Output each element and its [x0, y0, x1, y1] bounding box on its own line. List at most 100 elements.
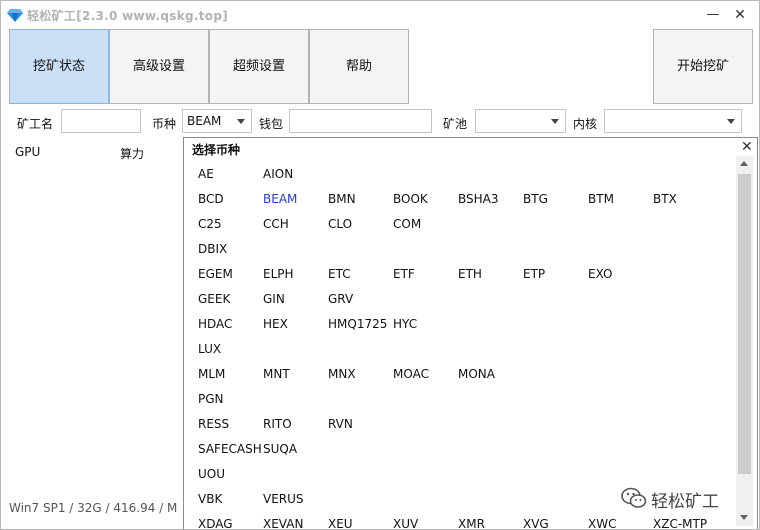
- coin-option[interactable]: HMQ1725: [328, 317, 387, 331]
- coin-option[interactable]: GRV: [328, 292, 353, 306]
- coin-option[interactable]: GEEK: [198, 292, 230, 306]
- coin-row: BCD BEAM BMN BOOK BSHA3 BTG BTM BTX: [184, 188, 736, 213]
- scrollbar-thumb[interactable]: [738, 174, 751, 474]
- coin-row: HDAC HEX HMQ1725 HYC: [184, 313, 736, 338]
- coin-option[interactable]: ETC: [328, 267, 351, 281]
- coin-grid: AE AION BCD BEAM BMN BOOK BSHA3 BTG BTM BTX C25 CCH…: [184, 163, 736, 529]
- popup-scrollbar[interactable]: [736, 156, 753, 526]
- chevron-down-icon: [727, 119, 735, 124]
- coin-row: GEEK GIN GRV: [184, 288, 736, 313]
- wallet-label: 钱包: [259, 117, 284, 131]
- coin-row: C25 CCH CLO COM: [184, 213, 736, 238]
- coin-option[interactable]: C25: [198, 217, 222, 231]
- coin-option[interactable]: HDAC: [198, 317, 232, 331]
- coin-option[interactable]: SAFECASH: [198, 442, 262, 456]
- coin-select[interactable]: BEAM: [182, 109, 252, 133]
- coin-row: AE AION: [184, 163, 736, 188]
- scroll-down-icon[interactable]: [736, 509, 753, 526]
- tab-advanced-settings[interactable]: 高级设置: [109, 29, 209, 104]
- miner-name-input[interactable]: [61, 109, 141, 133]
- coin-option[interactable]: VBK: [198, 492, 222, 506]
- coin-row: UOU: [184, 463, 736, 488]
- coin-option[interactable]: DBIX: [198, 242, 227, 256]
- coin-option[interactable]: XEVAN: [263, 517, 303, 529]
- diamond-icon: [7, 9, 23, 22]
- coin-option[interactable]: HYC: [393, 317, 417, 331]
- coin-option[interactable]: BCD: [198, 192, 224, 206]
- coin-option[interactable]: EGEM: [198, 267, 233, 281]
- close-window-button[interactable]: ✕: [728, 5, 752, 25]
- coin-option[interactable]: HEX: [263, 317, 288, 331]
- coin-row: DBIX: [184, 238, 736, 263]
- coin-option[interactable]: ELPH: [263, 267, 294, 281]
- pool-label: 矿池: [443, 117, 468, 131]
- coin-picker-popup: 选择币种 ✕ AE AION BCD BEAM BMN BOOK BSHA3 BTG BTM BT…: [183, 137, 758, 529]
- watermark: 轻松矿工: [621, 487, 751, 512]
- coin-option[interactable]: XZC-MTP: [653, 517, 707, 529]
- coin-row: PGN: [184, 388, 736, 413]
- coin-option[interactable]: GIN: [263, 292, 285, 306]
- coin-option[interactable]: RVN: [328, 417, 353, 431]
- coin-row: EGEM ELPH ETC ETF ETH ETP EXO: [184, 263, 736, 288]
- coin-option[interactable]: VERUS: [263, 492, 304, 506]
- gpu-table-header: GPU 算力: [9, 141, 185, 165]
- pool-select[interactable]: [475, 109, 566, 133]
- coin-option[interactable]: XDAG: [198, 517, 233, 529]
- coin-option[interactable]: AION: [263, 167, 293, 181]
- coin-option[interactable]: BEAM: [263, 192, 297, 206]
- wechat-icon: [621, 487, 647, 508]
- coin-option[interactable]: MNX: [328, 367, 356, 381]
- tab-mining-status[interactable]: 挖矿状态: [9, 29, 109, 104]
- coin-option[interactable]: RESS: [198, 417, 229, 431]
- coin-row: LUX: [184, 338, 736, 363]
- coin-option[interactable]: LUX: [198, 342, 221, 356]
- coin-option[interactable]: XMR: [458, 517, 485, 529]
- coin-row: XDAG XEVAN XEU XUV XMR XVG XWC XZC-MTP: [184, 513, 736, 529]
- coin-option[interactable]: MOAC: [393, 367, 429, 381]
- coin-option[interactable]: XUV: [393, 517, 418, 529]
- watermark-text: 轻松矿工: [651, 492, 719, 512]
- coin-option[interactable]: BTX: [653, 192, 677, 206]
- coin-option[interactable]: MONA: [458, 367, 495, 381]
- title-bar: 轻松矿工[2.3.0 www.qskg.top] — ✕: [1, 1, 759, 29]
- coin-option[interactable]: MLM: [198, 367, 225, 381]
- coin-row: RESS RITO RVN: [184, 413, 736, 438]
- coin-option[interactable]: RITO: [263, 417, 292, 431]
- coin-option[interactable]: XWC: [588, 517, 616, 529]
- coin-option[interactable]: ETP: [523, 267, 545, 281]
- coin-option[interactable]: COM: [393, 217, 421, 231]
- column-gpu[interactable]: GPU: [15, 145, 40, 159]
- coin-option[interactable]: XVG: [523, 517, 549, 529]
- coin-option[interactable]: XEU: [328, 517, 353, 529]
- status-bar: Win7 SP1 / 32G / 416.94 / M: [9, 501, 178, 515]
- coin-option[interactable]: ETH: [458, 267, 482, 281]
- kernel-select[interactable]: [604, 109, 742, 133]
- coin-option[interactable]: MNT: [263, 367, 290, 381]
- tab-help[interactable]: 帮助: [309, 29, 409, 104]
- coin-option[interactable]: UOU: [198, 467, 225, 481]
- coin-option[interactable]: PGN: [198, 392, 224, 406]
- coin-option[interactable]: BMN: [328, 192, 356, 206]
- miner-name-label: 矿工名: [17, 117, 54, 131]
- coin-row: MLM MNT MNX MOAC MONA: [184, 363, 736, 388]
- coin-option[interactable]: BSHA3: [458, 192, 499, 206]
- coin-option[interactable]: AE: [198, 167, 214, 181]
- coin-option[interactable]: CLO: [328, 217, 352, 231]
- column-hashrate[interactable]: 算力: [120, 145, 144, 162]
- close-icon[interactable]: ✕: [741, 139, 753, 155]
- chevron-down-icon: [237, 119, 245, 124]
- wallet-input[interactable]: [289, 109, 432, 133]
- scroll-up-icon[interactable]: [736, 156, 753, 173]
- coin-option[interactable]: BOOK: [393, 192, 428, 206]
- coin-option[interactable]: BTG: [523, 192, 548, 206]
- coin-option[interactable]: SUQA: [263, 442, 297, 456]
- popup-title: 选择币种: [192, 143, 241, 157]
- tab-overclock-settings[interactable]: 超频设置: [209, 29, 309, 104]
- coin-option[interactable]: EXO: [588, 267, 612, 281]
- coin-option[interactable]: CCH: [263, 217, 289, 231]
- coin-option[interactable]: ETF: [393, 267, 415, 281]
- coin-option[interactable]: BTM: [588, 192, 614, 206]
- minimize-button[interactable]: —: [701, 5, 725, 25]
- start-mining-button[interactable]: 开始挖矿: [653, 29, 753, 104]
- coin-label: 币种: [152, 117, 177, 131]
